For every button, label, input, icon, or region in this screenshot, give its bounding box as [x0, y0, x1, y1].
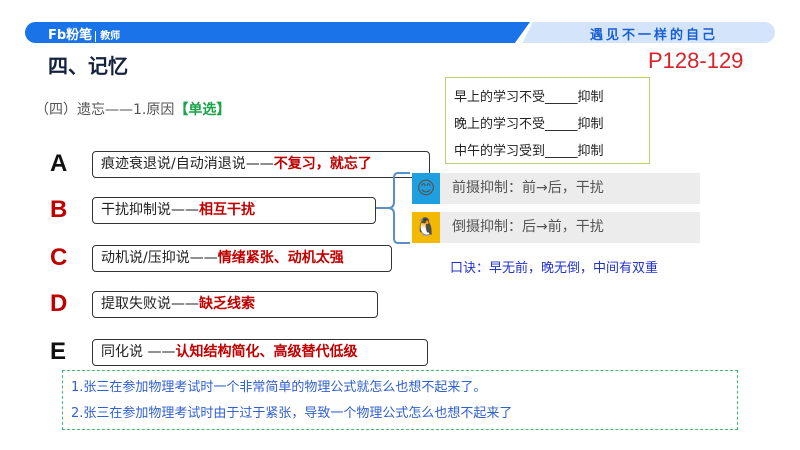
bracket: [376, 172, 410, 244]
option-letter: D: [50, 290, 68, 317]
question-line: 晚上的学习不受_____抑制: [454, 117, 604, 132]
page-title: 四、记忆: [48, 54, 128, 78]
question-box: 早上的学习不受_____抑制 晚上的学习不受_____抑制 中午的学习受到___…: [445, 77, 650, 164]
retroactive-inhibition: 🐧 倒摄抑制：后→前，干扰: [412, 212, 700, 243]
subtitle: （四）遗忘——1.原因【单选】: [35, 102, 231, 118]
examples-box: 1.张三在参加物理考试时一个非常简单的物理公式就怎么也想不起来了。 2.张三在参…: [62, 370, 738, 430]
smiley-icon: 😊: [412, 173, 440, 204]
option-c: 动机说/压抑说——情绪紧张、动机太强: [92, 245, 392, 272]
mnemonic: 口诀：早无前，晚无倒，中间有双重: [450, 261, 659, 276]
logo: Fb粉笔 教师: [48, 28, 121, 43]
page-reference: P128-129: [648, 48, 744, 73]
proactive-inhibition: 😊 前摄抑制：前→后，干扰: [412, 173, 700, 204]
slogan: 遇见不一样的自己: [590, 28, 719, 43]
penguin-icon: 🐧: [412, 212, 440, 243]
example-line: 1.张三在参加物理考试时一个非常简单的物理公式就怎么也想不起来了。: [71, 380, 487, 395]
option-letter: C: [50, 244, 68, 271]
example-line: 2.张三在参加物理考试时由于过于紧张，导致一个物理公式怎么也想不起来了: [71, 406, 513, 421]
question-line: 早上的学习不受_____抑制: [454, 90, 604, 105]
option-d: 提取失败说——缺乏线索: [92, 291, 378, 318]
option-letter: E: [50, 338, 67, 365]
question-line: 中午的学习受到_____抑制: [454, 144, 604, 159]
option-b: 干扰抑制说——相互干扰: [92, 197, 376, 224]
option-letter: B: [50, 196, 68, 223]
option-letter: A: [50, 150, 68, 177]
option-e: 同化说 ——认知结构简化、高级替代低级: [92, 339, 428, 366]
